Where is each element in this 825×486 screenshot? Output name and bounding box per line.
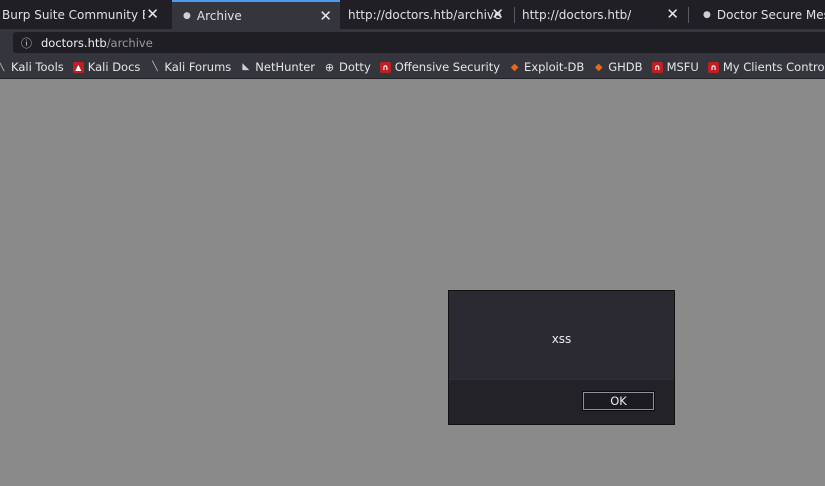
tab-title: http://doctors.htb/ bbox=[522, 7, 632, 22]
tab-title: Archive bbox=[196, 8, 242, 23]
bookmark-label: Kali Tools bbox=[11, 60, 64, 74]
ok-button[interactable]: OK bbox=[582, 391, 655, 411]
dialog-footer: OK bbox=[449, 379, 674, 424]
bookmark-label: Exploit-DB bbox=[524, 60, 585, 74]
nethunter-icon: ◣ bbox=[242, 61, 250, 72]
bookmark-label: Kali Forums bbox=[164, 60, 232, 74]
kali-docs-icon: ▲ bbox=[72, 61, 84, 73]
tab-title: http://doctors.htb/archive bbox=[348, 7, 502, 22]
bookmark-label: My Clients Control Pan... bbox=[722, 60, 825, 74]
bookmark-label: Dotty bbox=[339, 60, 371, 74]
ghdb-icon: ◆ bbox=[594, 61, 603, 73]
tab-doctors-home[interactable]: http://doctors.htb/ ✕ bbox=[515, 0, 687, 29]
tab-archive[interactable]: ● Archive ✕ bbox=[172, 0, 340, 29]
offsec-icon: ∩ bbox=[707, 61, 719, 73]
url-path: /archive bbox=[106, 35, 153, 50]
bookmark-label: Kali Docs bbox=[87, 60, 141, 74]
bookmark-nethunter[interactable]: ◣ NetHunter bbox=[240, 60, 315, 74]
bookmark-msfu[interactable]: ∩ MSFU bbox=[651, 60, 699, 74]
tab-dot-icon: ● bbox=[703, 9, 711, 20]
offsec-icon: ∩ bbox=[379, 61, 391, 73]
bookmark-ghdb[interactable]: ◆ GHDB bbox=[593, 60, 643, 74]
address-bar[interactable]: ⓘ doctors.htb/archive bbox=[13, 32, 825, 53]
close-tab-icon[interactable]: ✕ bbox=[319, 9, 332, 24]
bookmark-my-clients-control-panel[interactable]: ∩ My Clients Control Pan... bbox=[707, 60, 825, 74]
close-tab-icon[interactable]: ✕ bbox=[666, 7, 679, 22]
kali-forums-icon: ╲ bbox=[152, 61, 158, 72]
tab-separator bbox=[688, 7, 689, 23]
url-host: doctors.htb bbox=[41, 35, 107, 50]
kali-dragon-icon: ╲ bbox=[0, 62, 7, 73]
msfu-icon: ∩ bbox=[651, 61, 663, 73]
exploit-db-icon: ◆ bbox=[510, 61, 519, 73]
bookmark-kali-tools[interactable]: ╲ Kali Tools bbox=[0, 60, 64, 74]
bookmark-label: MSFU bbox=[666, 60, 699, 74]
alert-dialog: xss OK bbox=[448, 290, 675, 425]
globe-icon: ⊕ bbox=[324, 60, 335, 74]
bookmark-offensive-security[interactable]: ∩ Offensive Security bbox=[379, 60, 501, 74]
close-tab-icon[interactable]: ✕ bbox=[146, 7, 159, 22]
bookmark-label: Offensive Security bbox=[394, 60, 501, 74]
close-tab-icon[interactable]: ✕ bbox=[491, 7, 504, 22]
tab-bar: Burp Suite Community Editio ✕ ● Archive … bbox=[0, 0, 825, 29]
navigation-bar: ⓘ doctors.htb/archive bbox=[0, 29, 825, 56]
alert-message: xss bbox=[551, 332, 572, 346]
bookmarks-toolbar: ╲ Kali Tools ▲ Kali Docs ╲ Kali Forums ◣… bbox=[0, 56, 825, 79]
bookmark-dotty[interactable]: ⊕ Dotty bbox=[324, 60, 371, 74]
info-icon[interactable]: ⓘ bbox=[21, 35, 32, 51]
tab-title: Burp Suite Community Editio bbox=[2, 7, 145, 22]
tab-dot-icon: ● bbox=[183, 10, 191, 21]
bookmark-label: GHDB bbox=[608, 60, 643, 74]
bookmark-exploit-db[interactable]: ◆ Exploit-DB bbox=[509, 60, 585, 74]
tab-doctor-secure-messaging[interactable]: ● Doctor Secure Messag bbox=[690, 0, 825, 29]
tab-burp-suite[interactable]: Burp Suite Community Editio ✕ bbox=[0, 0, 167, 29]
tab-title: Doctor Secure Messag bbox=[716, 7, 825, 22]
bookmark-label: NetHunter bbox=[255, 60, 316, 74]
bookmark-kali-docs[interactable]: ▲ Kali Docs bbox=[72, 60, 141, 74]
bookmark-kali-forums[interactable]: ╲ Kali Forums bbox=[149, 60, 231, 74]
tab-doctors-archive[interactable]: http://doctors.htb/archive ✕ bbox=[340, 0, 512, 29]
url-text: doctors.htb/archive bbox=[41, 36, 153, 50]
